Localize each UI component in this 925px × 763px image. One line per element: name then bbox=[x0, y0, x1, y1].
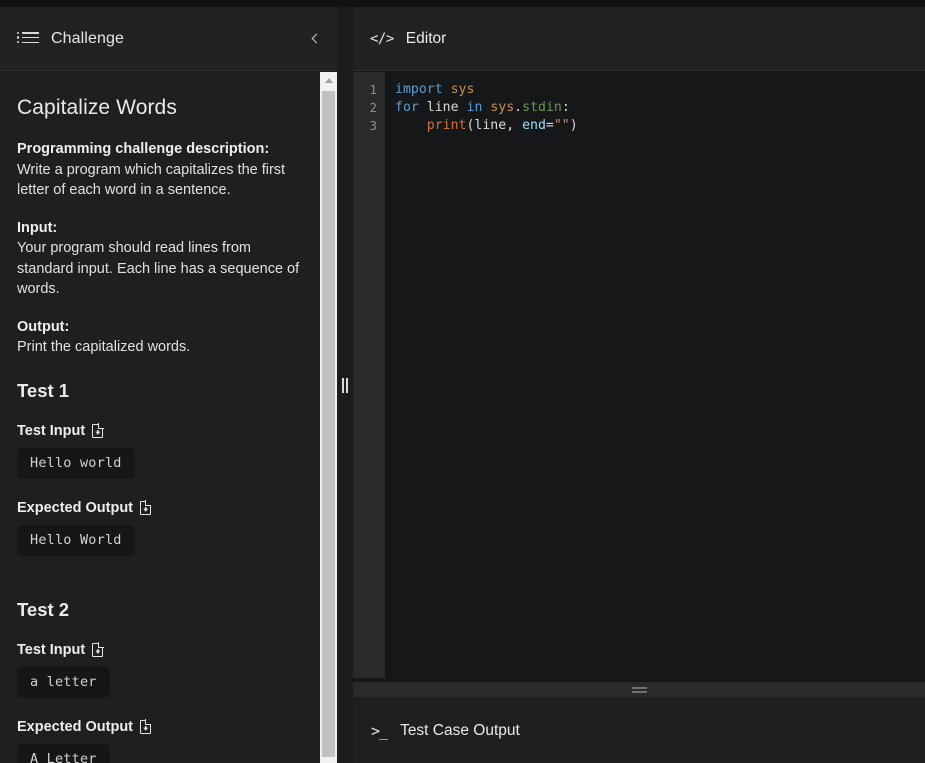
code-token: for bbox=[395, 100, 419, 115]
code-token: : bbox=[561, 100, 570, 115]
line-number: 2 bbox=[369, 100, 377, 115]
scrollbar-up-arrow-icon[interactable] bbox=[320, 72, 337, 89]
editor-header: </> Editor bbox=[353, 7, 925, 71]
right-side-container: </> Editor 123 import sys for line in sys… bbox=[353, 7, 925, 763]
test-case-output-header: >_ Test Case Output bbox=[353, 699, 925, 763]
expected-output-value: A Letter bbox=[17, 743, 110, 763]
copy-file-icon[interactable] bbox=[140, 500, 152, 515]
splitter-grip-icon bbox=[631, 687, 647, 693]
test-input-value: a letter bbox=[17, 666, 110, 698]
code-token: end bbox=[522, 118, 546, 133]
list-icon bbox=[17, 31, 39, 45]
window-top-strip bbox=[0, 0, 925, 7]
code-token: line bbox=[474, 118, 507, 133]
code-line[interactable]: import sys bbox=[395, 81, 925, 99]
description-label: Programming challenge description: bbox=[17, 141, 270, 157]
line-number: 1 bbox=[369, 82, 377, 97]
expected-output-value: Hello World bbox=[17, 524, 135, 556]
code-token: ) bbox=[569, 118, 578, 133]
splitter-grip-icon bbox=[342, 377, 348, 393]
test-heading: Test 1 bbox=[17, 379, 70, 401]
code-token: sys bbox=[450, 82, 475, 97]
expected-output-label-row: Expected Output bbox=[17, 500, 302, 516]
test-input-label-row: Test Input bbox=[17, 642, 302, 658]
copy-file-icon[interactable] bbox=[92, 642, 104, 657]
code-token: in bbox=[466, 100, 483, 115]
test-heading: Test 2 bbox=[17, 598, 70, 620]
description-text: Write a program which capitalizes the fi… bbox=[17, 161, 286, 199]
input-text: Your program should read lines from stan… bbox=[17, 240, 300, 297]
test-input-label-row: Test Input bbox=[17, 423, 302, 439]
editor-title: Editor bbox=[405, 29, 447, 47]
challenge-description-body: Capitalize Words Programming challenge d… bbox=[0, 72, 320, 763]
input-label: Input: bbox=[17, 219, 58, 236]
code-editor-area[interactable]: 123 import sys for line in sys.stdin: pri… bbox=[353, 72, 925, 678]
output-section: Output: Print the capitalized words. bbox=[17, 317, 302, 358]
copy-file-icon[interactable] bbox=[140, 719, 152, 734]
scrollbar-thumb[interactable] bbox=[322, 91, 335, 757]
code-token: . bbox=[514, 100, 523, 115]
challenge-panel-scrollbar[interactable] bbox=[320, 72, 337, 763]
challenge-panel-header: Challenge bbox=[0, 7, 337, 71]
code-token: import bbox=[395, 82, 443, 97]
terminal-prompt-icon: >_ bbox=[371, 722, 388, 740]
editor-pane: </> Editor 123 import sys for line in sys… bbox=[353, 7, 925, 678]
page-title: Capitalize Words bbox=[17, 96, 177, 119]
output-header-title-group: >_ Test Case Output bbox=[371, 722, 520, 740]
expected-output-label: Expected Output bbox=[17, 718, 134, 735]
test-case-output-panel: >_ Test Case Output bbox=[353, 698, 925, 763]
horizontal-splitter-handle[interactable] bbox=[353, 682, 925, 698]
expected-output-label-row: Expected Output bbox=[17, 719, 302, 735]
output-label: Output: bbox=[17, 318, 70, 335]
challenge-panel-title: Challenge bbox=[51, 29, 124, 47]
test-input-label: Test Input bbox=[17, 641, 86, 658]
vertical-splitter-handle[interactable] bbox=[337, 7, 353, 763]
expected-output-label: Expected Output bbox=[17, 499, 134, 516]
test-input-label: Test Input bbox=[17, 422, 86, 439]
code-token: line bbox=[426, 100, 459, 115]
test-case-output-title: Test Case Output bbox=[400, 722, 520, 739]
line-number-gutter: 1 2 3 bbox=[353, 72, 385, 678]
code-token: , bbox=[506, 118, 523, 133]
challenge-panel: Challenge Capitalize Words Programming c… bbox=[0, 7, 337, 763]
collapse-panel-button[interactable] bbox=[301, 25, 329, 53]
output-text: Print the capitalized words. bbox=[17, 339, 191, 355]
test-input-value: Hello world bbox=[17, 447, 135, 479]
app-root: Challenge Capitalize Words Programming c… bbox=[0, 0, 925, 763]
code-brackets-icon: </> bbox=[370, 30, 394, 47]
code-token: stdin bbox=[522, 100, 562, 115]
code-token: "" bbox=[553, 118, 570, 133]
code-token: print bbox=[426, 118, 467, 133]
copy-file-icon[interactable] bbox=[92, 423, 104, 438]
code-token: = bbox=[545, 118, 554, 133]
code-line[interactable]: for line in sys.stdin: bbox=[395, 99, 925, 117]
code-token: sys bbox=[490, 100, 515, 115]
challenge-header-title-group: Challenge bbox=[17, 29, 124, 48]
description-section: Programming challenge description: Write… bbox=[17, 139, 302, 201]
line-number: 3 bbox=[369, 118, 377, 133]
code-content[interactable]: import sys for line in sys.stdin: print(l… bbox=[385, 72, 925, 678]
code-line[interactable]: print(line, end="") bbox=[395, 117, 925, 135]
input-section: Input: Your program should read lines fr… bbox=[17, 218, 302, 300]
editor-header-title-group: </> Editor bbox=[370, 30, 446, 48]
chevron-left-icon bbox=[311, 33, 322, 44]
